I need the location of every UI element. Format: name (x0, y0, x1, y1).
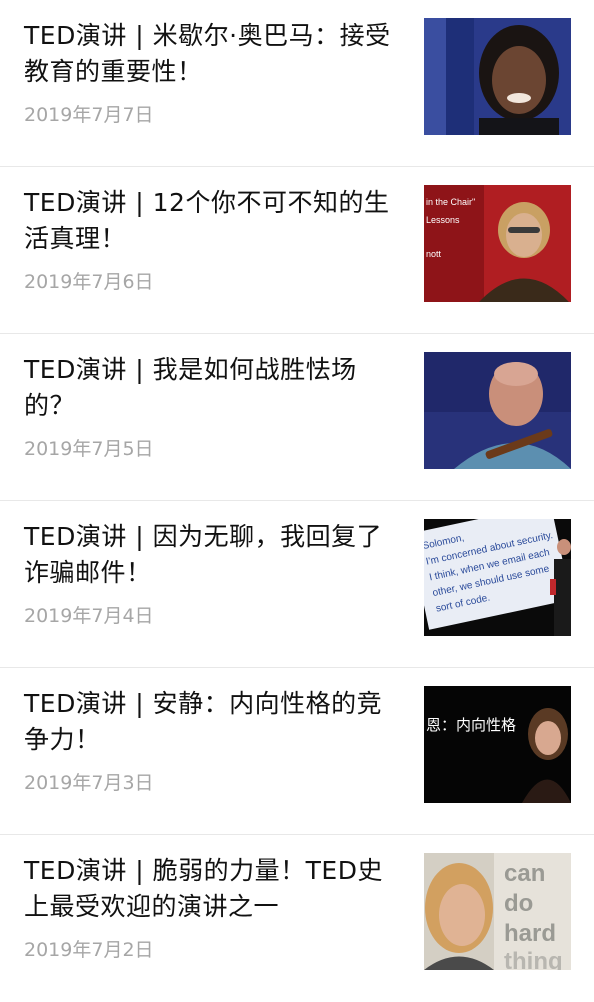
list-item[interactable]: TED演讲 | 12个你不可不知的生活真理！ 2019年7月6日 in the … (0, 167, 594, 334)
article-date: 2019年7月5日 (24, 438, 154, 460)
article-list: TED演讲 | 米歇尔·奥巴马：接受教育的重要性！ 2019年7月7日 TED演… (0, 0, 594, 1000)
article-thumbnail[interactable] (424, 352, 571, 469)
article-title[interactable]: TED演讲 | 我是如何战胜怯场的？ (24, 352, 404, 424)
michelle-obama-portrait-photo (424, 18, 571, 135)
article-title[interactable]: TED演讲 | 米歇尔·奥巴马：接受教育的重要性！ (24, 18, 404, 90)
bald-speaker-with-guitar-photo (424, 352, 571, 469)
article-date: 2019年7月6日 (24, 271, 154, 293)
thumbnail-text: in the Chair" (426, 197, 475, 207)
article-thumbnail[interactable]: can do hard thing (424, 853, 571, 970)
article-date: 2019年7月7日 (24, 104, 154, 126)
article-title[interactable]: TED演讲 | 12个你不可不知的生活真理！ (24, 185, 404, 257)
article-thumbnail[interactable] (424, 18, 571, 135)
thumbnail-text: nott (426, 249, 442, 259)
list-item[interactable]: TED演讲 | 安静：内向性格的竞争力！ 2019年7月3日 恩：内向性格 (0, 668, 594, 835)
slide-with-speaker-photo: Solomon, I'm concerned about security. I… (424, 519, 571, 636)
thumbnail-text: 恩：内向性格 (426, 716, 516, 734)
list-item[interactable]: TED演讲 | 因为无聊，我回复了诈骗邮件！ 2019年7月4日 Solomon… (0, 501, 594, 668)
article-title[interactable]: TED演讲 | 脆弱的力量！TED史上最受欢迎的演讲之一 (24, 853, 404, 925)
speaker-with-glasses-photo: in the Chair" Lessons nott (424, 185, 571, 302)
article-thumbnail[interactable]: 恩：内向性格 (424, 686, 571, 803)
article-thumbnail[interactable]: in the Chair" Lessons nott (424, 185, 571, 302)
thumbnail-text: do (504, 890, 533, 917)
thumbnail-text: thing (504, 948, 563, 970)
list-item[interactable]: TED演讲 | 我是如何战胜怯场的？ 2019年7月5日 (0, 334, 594, 501)
article-date: 2019年7月3日 (24, 772, 154, 794)
thumbnail-text: can (504, 860, 545, 887)
woman-speaker-on-stage-photo: 恩：内向性格 (424, 686, 571, 803)
thumbnail-text: Lessons (426, 215, 460, 225)
list-item[interactable]: TED演讲 | 米歇尔·奥巴马：接受教育的重要性！ 2019年7月7日 (0, 0, 594, 167)
thumbnail-text: hard (504, 920, 556, 947)
article-title[interactable]: TED演讲 | 因为无聊，我回复了诈骗邮件！ (24, 519, 404, 591)
article-thumbnail[interactable]: Solomon, I'm concerned about security. I… (424, 519, 571, 636)
article-date: 2019年7月2日 (24, 939, 154, 961)
smiling-woman-speaker-photo: can do hard thing (424, 853, 571, 970)
article-date: 2019年7月4日 (24, 605, 154, 627)
article-title[interactable]: TED演讲 | 安静：内向性格的竞争力！ (24, 686, 404, 758)
list-item[interactable]: TED演讲 | 脆弱的力量！TED史上最受欢迎的演讲之一 2019年7月2日 c… (0, 835, 594, 1002)
